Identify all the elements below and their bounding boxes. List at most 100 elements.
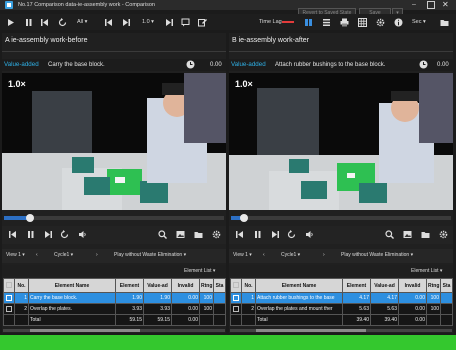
column-header[interactable]: Element <box>342 278 371 293</box>
column-header[interactable]: Sta <box>440 278 453 293</box>
edit-icon[interactable] <box>198 18 207 27</box>
all-dropdown[interactable]: All ▾ <box>77 19 87 25</box>
select-all-header[interactable] <box>230 278 242 293</box>
panel-a-pause-icon[interactable] <box>26 230 35 239</box>
row-checkbox[interactable] <box>233 294 239 301</box>
select-all-checkbox[interactable] <box>233 282 239 289</box>
panel-b-image-icon[interactable] <box>403 230 412 239</box>
maximize-icon[interactable] <box>427 1 435 9</box>
panel-b-zoom-icon[interactable] <box>385 230 394 239</box>
list-view-icon[interactable] <box>322 18 331 27</box>
close-icon[interactable]: ✕ <box>442 0 451 9</box>
panel-a-skip-forward-icon[interactable] <box>44 230 53 239</box>
replay-icon[interactable] <box>58 18 67 27</box>
forward-icon[interactable] <box>165 18 174 27</box>
panel-a-video[interactable]: 1.0× <box>2 73 226 210</box>
column-header[interactable]: Value-ad <box>370 278 399 293</box>
row-checkbox-cell[interactable] <box>3 292 15 304</box>
panel-b-play-mode-dropdown[interactable]: Play without Waste Elimination ▾ <box>341 252 413 258</box>
column-header[interactable]: Rtng <box>426 278 441 293</box>
column-header[interactable]: Element Name <box>28 278 116 293</box>
comment-icon[interactable] <box>181 18 190 27</box>
folder-icon[interactable] <box>440 18 449 27</box>
table-row[interactable]: 1 Carry the base block. 1.90 1.90 0.00 1… <box>3 292 226 304</box>
panel-b-skip-forward-icon[interactable] <box>271 230 280 239</box>
panel-a-cycle-dropdown[interactable]: Cycle1 ▾ <box>54 252 73 258</box>
panel-b-skip-back-icon[interactable] <box>235 230 244 239</box>
row-element-time: 1.90 <box>115 292 144 304</box>
total-spacer <box>3 314 15 326</box>
row-no: 2 <box>14 303 29 315</box>
split-view-icon[interactable] <box>304 18 313 27</box>
step-back-icon[interactable] <box>40 18 49 27</box>
panel-b-cycle-prev-icon[interactable]: ‹ <box>263 252 265 258</box>
row-checkbox-cell[interactable] <box>230 292 242 304</box>
panel-a-folder-icon[interactable] <box>194 230 203 239</box>
column-header[interactable]: No. <box>241 278 256 293</box>
select-all-checkbox[interactable] <box>6 282 12 289</box>
table-row[interactable]: 2 Overlap the plates and mount ther 5.63… <box>230 303 453 315</box>
row-checkbox-cell[interactable] <box>230 303 242 315</box>
row-checkbox-cell[interactable] <box>3 303 15 315</box>
column-header[interactable]: Element Name <box>255 278 343 293</box>
row-checkbox[interactable] <box>233 305 239 312</box>
panel-b-settings-icon[interactable] <box>439 230 448 239</box>
column-header[interactable]: Value-ad <box>143 278 172 293</box>
panel-a-cycle-prev-icon[interactable]: ‹ <box>36 252 38 258</box>
panel-b-replay-icon[interactable] <box>287 230 296 239</box>
toolbar <box>0 14 456 30</box>
panel-b-folder-icon[interactable] <box>421 230 430 239</box>
speed-dropdown[interactable]: 1.0 ▾ <box>142 19 154 25</box>
row-checkbox[interactable] <box>6 294 12 301</box>
panel-b-cycle-next-icon[interactable]: › <box>323 252 325 258</box>
panel-a-element-list-dropdown[interactable]: Element List ▾ <box>184 268 215 274</box>
panel-a-replay-icon[interactable] <box>60 230 69 239</box>
skip-next-icon[interactable] <box>122 18 131 27</box>
panel-b-seek-knob[interactable] <box>240 214 248 222</box>
skip-previous-icon[interactable] <box>104 18 113 27</box>
panel-b-cycle-dropdown[interactable]: Cycle1 ▾ <box>281 252 300 258</box>
column-header[interactable]: No. <box>14 278 29 293</box>
column-header[interactable]: Sta <box>213 278 226 293</box>
row-value-added: 5.63 <box>370 303 399 315</box>
panel-a-seek-knob[interactable] <box>26 214 34 222</box>
panel-a-volume-icon[interactable] <box>78 230 87 239</box>
row-invalid: 0.00 <box>398 292 427 304</box>
panel-a-play-mode-dropdown[interactable]: Play without Waste Elimination ▾ <box>114 252 186 258</box>
panel-b-pause-icon[interactable] <box>253 230 262 239</box>
grid-icon[interactable] <box>358 18 367 27</box>
column-header[interactable]: Invalid <box>171 278 200 293</box>
panel-b-element-list-dropdown[interactable]: Element List ▾ <box>411 268 442 274</box>
total-spacer <box>440 314 453 326</box>
row-checkbox[interactable] <box>6 305 12 312</box>
play-icon[interactable] <box>6 18 15 27</box>
panel-a-scroll-thumb[interactable] <box>30 329 140 332</box>
panel-a-skip-back-icon[interactable] <box>8 230 17 239</box>
panel-b-video[interactable]: 1.0× <box>229 73 453 210</box>
unit-dropdown[interactable]: Sec ▾ <box>412 19 426 25</box>
panel-a-cycle-next-icon[interactable]: › <box>96 252 98 258</box>
select-all-header[interactable] <box>3 278 15 293</box>
row-element-name: Attach rubber bushings to the base <box>255 292 343 304</box>
column-header[interactable]: Element <box>115 278 144 293</box>
print-icon[interactable] <box>340 18 349 27</box>
panel-a-view-dropdown[interactable]: View 1 ▾ <box>6 252 25 258</box>
panel-b-view-dropdown[interactable]: View 1 ▾ <box>233 252 252 258</box>
panel-b-scroll-thumb[interactable] <box>256 329 366 332</box>
table-row[interactable]: 1 Attach rubber bushings to the base 4.1… <box>230 292 453 304</box>
table-row[interactable]: 2 Overlap the plates. 3.93 3.93 0.00 100 <box>3 303 226 315</box>
panel-a-settings-icon[interactable] <box>212 230 221 239</box>
column-header[interactable]: Rtng <box>199 278 214 293</box>
minimize-icon[interactable]: – <box>412 1 421 9</box>
row-value-added: 4.17 <box>370 292 399 304</box>
settings-icon[interactable] <box>376 18 385 27</box>
panel-a-image-icon[interactable] <box>176 230 185 239</box>
panel-a-seek-bar[interactable] <box>4 214 224 222</box>
panel-b-element-list-label: Element List <box>411 268 439 274</box>
column-header[interactable]: Invalid <box>398 278 427 293</box>
panel-b-seek-bar[interactable] <box>231 214 451 222</box>
panel-a-zoom-icon[interactable] <box>158 230 167 239</box>
panel-b-volume-icon[interactable] <box>305 230 314 239</box>
info-icon[interactable] <box>394 18 403 27</box>
pause-icon[interactable] <box>24 18 33 27</box>
